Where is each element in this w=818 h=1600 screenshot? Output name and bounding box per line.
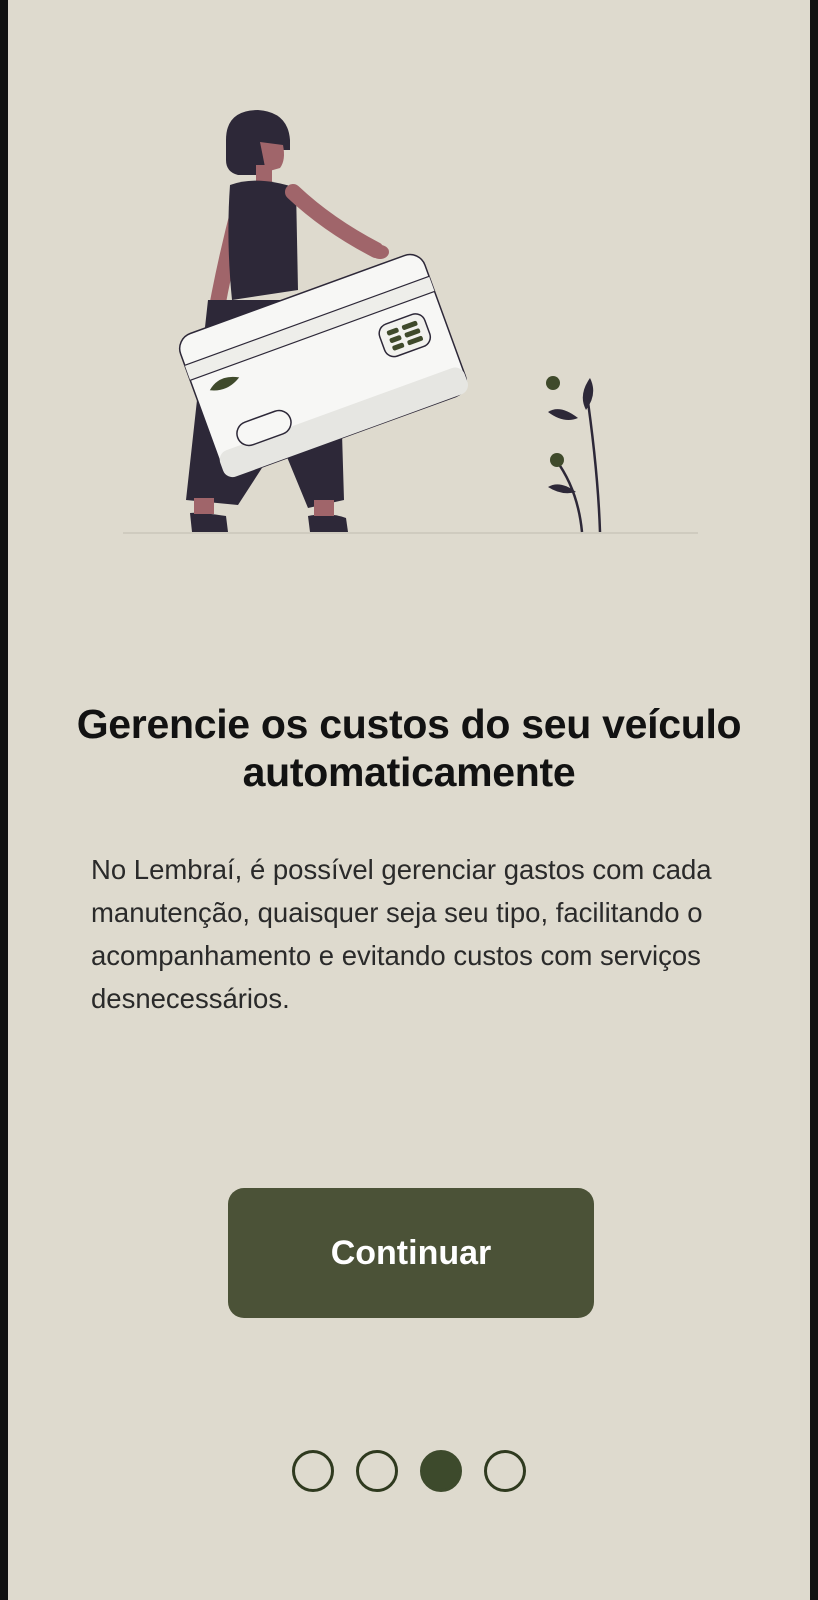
hand [371,245,389,259]
page-dot-3-active[interactable] [420,1450,462,1492]
page-dot-1[interactable] [292,1450,334,1492]
page-title: Gerencie os custos do seu veículo automa… [76,701,742,795]
woman-holding-card-illustration [123,110,698,534]
description-text: No Lembraí, é possível gerenciar gastos … [91,854,712,1014]
page-indicator [8,1450,810,1492]
plant-icon [546,376,602,533]
page-dot-2[interactable] [356,1450,398,1492]
onboarding-screen: Gerencie os custos do seu veículo automa… [8,0,810,1600]
page-dot-4[interactable] [484,1450,526,1492]
continue-button[interactable]: Continuar [228,1188,594,1318]
